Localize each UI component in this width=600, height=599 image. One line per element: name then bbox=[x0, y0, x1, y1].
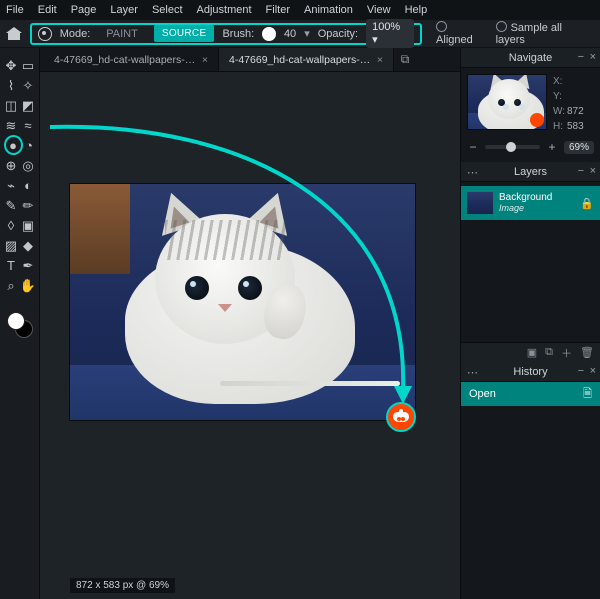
zoom-tool-icon[interactable]: ⌕ bbox=[4, 278, 19, 293]
history-panel: Open🗎 bbox=[461, 382, 600, 599]
liquify-tool-icon[interactable]: ≋ bbox=[4, 118, 19, 133]
move-tool-icon[interactable]: ✥ bbox=[4, 58, 19, 73]
drag-icon[interactable]: ⋯ bbox=[467, 166, 479, 179]
clone-source-marker-icon bbox=[386, 402, 416, 432]
crop-tool-icon[interactable]: ◫ bbox=[4, 98, 19, 113]
add-folder-icon[interactable]: ▣ bbox=[527, 346, 537, 359]
menu-adjustment[interactable]: Adjustment bbox=[197, 4, 252, 16]
opacity-label: Opacity: bbox=[318, 28, 358, 40]
menu-layer[interactable]: Layer bbox=[110, 4, 138, 16]
layers-panel-header[interactable]: ⋯Layers−× bbox=[461, 162, 600, 182]
reddit-badge-icon bbox=[530, 113, 544, 127]
clone-options-highlight: Mode: PAINT SOURCE Brush: 40 ▾ Opacity: … bbox=[30, 23, 422, 45]
canvas[interactable] bbox=[70, 184, 415, 420]
tool-options-bar: Mode: PAINT SOURCE Brush: 40 ▾ Opacity: … bbox=[0, 20, 600, 48]
zoom-value[interactable]: 69% bbox=[564, 141, 594, 154]
color-tool-icon[interactable]: ◐ bbox=[21, 178, 36, 193]
minimize-icon[interactable]: − bbox=[578, 165, 584, 177]
navigate-info: X: Y: W:872 H:583 bbox=[553, 74, 584, 134]
layer-thumbnail-icon bbox=[467, 192, 493, 214]
brush-preview-icon[interactable] bbox=[262, 27, 276, 41]
eraser-tool-icon[interactable]: ◊ bbox=[4, 218, 19, 233]
shape-tool-icon[interactable]: ◆ bbox=[21, 238, 36, 253]
delete-icon[interactable]: 🗑 bbox=[580, 346, 594, 359]
pen-tool-icon[interactable]: ✒ bbox=[21, 258, 36, 273]
menu-file[interactable]: File bbox=[6, 4, 24, 16]
zoom-in-button[interactable]: + bbox=[546, 140, 558, 154]
tab-document-1[interactable]: 4-47669_hd-cat-wallpapers-p...× bbox=[44, 48, 219, 71]
layer-kind: Image bbox=[499, 203, 574, 214]
menu-view[interactable]: View bbox=[367, 4, 391, 16]
clone-tool-highlight[interactable]: ● bbox=[4, 135, 23, 155]
aligned-option[interactable]: Aligned bbox=[436, 21, 488, 46]
duplicate-view-icon[interactable]: ⧉ bbox=[394, 48, 416, 71]
menu-edit[interactable]: Edit bbox=[38, 4, 57, 16]
drag-icon[interactable]: ⋯ bbox=[467, 366, 479, 379]
document-icon: 🗎 bbox=[583, 385, 592, 404]
foreground-color-icon[interactable] bbox=[7, 312, 25, 330]
home-icon[interactable] bbox=[6, 27, 22, 41]
layers-footer: ▣ ⧉ ＋ 🗑 bbox=[461, 342, 600, 362]
select-tool-icon[interactable]: ▭ bbox=[21, 58, 36, 73]
close-icon[interactable]: × bbox=[590, 365, 596, 377]
brush-tool-icon[interactable]: ✎ bbox=[4, 198, 19, 213]
blur-tool-icon[interactable]: ◔ bbox=[23, 138, 36, 153]
gradient-tool-icon[interactable]: ▨ bbox=[4, 238, 19, 253]
tab-document-2[interactable]: 4-47669_hd-cat-wallpapers-pussycat-i...× bbox=[219, 48, 394, 71]
radio-icon bbox=[496, 21, 507, 32]
sample-all-layers-option[interactable]: Sample all layers bbox=[496, 21, 594, 46]
history-panel-header[interactable]: ⋯History−× bbox=[461, 362, 600, 382]
navigate-thumbnail[interactable] bbox=[467, 74, 547, 130]
warp-tool-icon[interactable]: ≈ bbox=[21, 118, 36, 133]
layer-row[interactable]: BackgroundImage 🔒 bbox=[461, 186, 600, 220]
mode-label: Mode: bbox=[60, 28, 91, 40]
close-icon[interactable]: × bbox=[590, 51, 596, 63]
fill-tool-icon[interactable]: ▣ bbox=[21, 218, 36, 233]
slice-tool-icon[interactable]: ◩ bbox=[21, 98, 36, 113]
eyedrop-tool-icon[interactable]: ⌁ bbox=[4, 178, 19, 193]
brush-size-value[interactable]: 40 bbox=[284, 28, 296, 40]
menu-bar: File Edit Page Layer Select Adjustment F… bbox=[0, 0, 600, 20]
clone-tool-icon: ● bbox=[6, 138, 21, 153]
minimize-icon[interactable]: − bbox=[578, 365, 584, 377]
right-panels: Navigate−× X: Y: W:872 H:583 − + 69% ⋯La… bbox=[460, 48, 600, 599]
menu-filter[interactable]: Filter bbox=[266, 4, 290, 16]
radio-icon bbox=[436, 21, 447, 32]
add-layer-icon[interactable]: ＋ bbox=[561, 345, 572, 361]
canvas-stage: 872 x 583 px @ 69% bbox=[40, 72, 460, 599]
zoom-slider[interactable] bbox=[485, 145, 540, 149]
close-icon[interactable]: × bbox=[202, 54, 208, 66]
lasso-tool-icon[interactable]: ⌇ bbox=[4, 78, 19, 93]
mode-paint-button[interactable]: PAINT bbox=[98, 26, 146, 42]
patch-tool-icon[interactable]: ◎ bbox=[21, 158, 36, 173]
status-bar: 872 x 583 px @ 69% bbox=[70, 578, 175, 593]
menu-animation[interactable]: Animation bbox=[304, 4, 353, 16]
navigate-panel: X: Y: W:872 H:583 bbox=[461, 68, 600, 136]
layer-name: Background bbox=[499, 192, 574, 203]
hand-tool-icon[interactable]: ✋ bbox=[21, 278, 36, 293]
close-icon[interactable]: × bbox=[377, 54, 383, 66]
heal-tool-icon[interactable]: ⊕ bbox=[4, 158, 19, 173]
layers-panel: BackgroundImage 🔒 bbox=[461, 182, 600, 342]
toolbox: ✥▭ ⌇✧ ◫◩ ≋≈ ●◔ ⊕◎ ⌁◐ ✎✏ ◊▣ ▨◆ T✒ ⌕✋ bbox=[0, 48, 40, 599]
menu-page[interactable]: Page bbox=[71, 4, 97, 16]
menu-help[interactable]: Help bbox=[405, 4, 428, 16]
lock-icon[interactable]: 🔒 bbox=[580, 197, 594, 210]
brush-label: Brush: bbox=[222, 28, 254, 40]
pencil-tool-icon[interactable]: ✏ bbox=[21, 198, 36, 213]
navigate-panel-header[interactable]: Navigate−× bbox=[461, 48, 600, 68]
minimize-icon[interactable]: − bbox=[578, 51, 584, 63]
clone-stamp-icon bbox=[38, 27, 52, 41]
text-tool-icon[interactable]: T bbox=[4, 258, 19, 273]
history-item[interactable]: Open🗎 bbox=[461, 382, 600, 406]
opacity-value[interactable]: 100% ▾ bbox=[366, 19, 414, 48]
duplicate-icon[interactable]: ⧉ bbox=[545, 346, 553, 359]
close-icon[interactable]: × bbox=[590, 165, 596, 177]
zoom-out-button[interactable]: − bbox=[467, 140, 479, 154]
menu-select[interactable]: Select bbox=[152, 4, 183, 16]
wand-tool-icon[interactable]: ✧ bbox=[21, 78, 36, 93]
color-swatch[interactable] bbox=[7, 312, 33, 338]
zoom-row: − + 69% bbox=[461, 136, 600, 162]
mode-source-button[interactable]: SOURCE bbox=[154, 25, 215, 42]
